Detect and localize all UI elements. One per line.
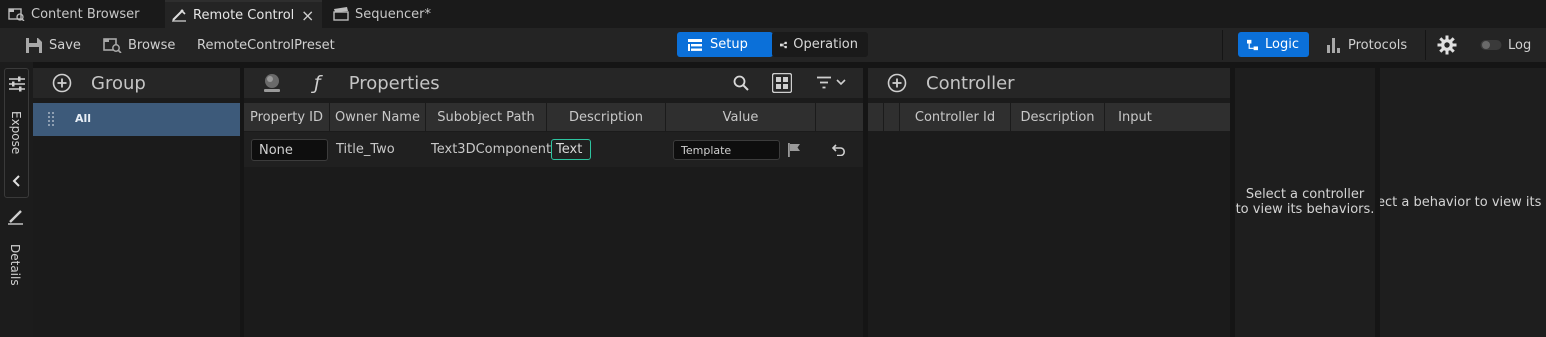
- content-browser-icon: [8, 8, 25, 21]
- properties-column-header: Property ID Owner Name Subobject Path De…: [244, 103, 863, 131]
- protocols-button[interactable]: Protocols: [1326, 33, 1407, 57]
- column-header-description[interactable]: Description: [547, 103, 666, 131]
- properties-panel: ƒ Properties Property ID Owner Name Subo…: [244, 68, 863, 337]
- tab-sequencer[interactable]: Sequencer*: [333, 0, 431, 28]
- controller-column-header: Controller Id Description Input: [868, 103, 1230, 131]
- tab-remote-control[interactable]: Remote Control ×: [165, 0, 322, 28]
- column-header-property-id[interactable]: Property ID: [244, 103, 330, 131]
- sliders-icon: [9, 76, 25, 92]
- toolbar: Save Browse RemoteControlPreset Setup Op…: [0, 28, 1546, 62]
- filter-dropdown-icon[interactable]: [816, 76, 848, 90]
- tab-label: Remote Control: [193, 7, 295, 23]
- column-header-controller-id[interactable]: Controller Id: [900, 103, 1011, 131]
- preset-name-label: RemoteControlPreset: [197, 37, 335, 53]
- actor-picker-icon[interactable]: [261, 72, 283, 94]
- value-text-field[interactable]: Template: [673, 140, 780, 160]
- add-controller-icon[interactable]: [887, 73, 907, 93]
- tab-bar: Content Browser Remote Control × Sequenc…: [0, 0, 1546, 28]
- property-id-field[interactable]: None: [251, 139, 328, 161]
- tab-label: Content Browser: [31, 6, 140, 22]
- controller-panel: Controller Controller Id Description Inp…: [868, 68, 1230, 337]
- tab-content-browser[interactable]: Content Browser: [8, 0, 140, 28]
- column-header-actions: [816, 103, 863, 131]
- column-header-subobject-path[interactable]: Subobject Path: [426, 103, 547, 131]
- expose-label: Expose: [9, 111, 23, 155]
- toggle-icon: [1480, 40, 1502, 50]
- protocols-label: Protocols: [1348, 37, 1408, 53]
- behavior-message-line: to view its behaviors.: [1235, 202, 1375, 217]
- browse-label: Browse: [128, 37, 176, 53]
- save-button[interactable]: Save: [25, 33, 81, 57]
- setup-icon: [688, 38, 702, 51]
- operation-icon: [780, 41, 787, 48]
- browse-button[interactable]: Browse: [103, 33, 175, 57]
- column-header-owner-name[interactable]: Owner Name: [330, 103, 426, 131]
- browse-icon: [103, 38, 122, 53]
- drag-handle-icon[interactable]: [48, 112, 54, 126]
- behavior-panel: Select a controller to view its behavior…: [1235, 68, 1375, 337]
- remote-control-icon: [172, 9, 186, 22]
- add-group-icon[interactable]: [52, 73, 72, 93]
- column-header-description[interactable]: Description: [1011, 103, 1105, 131]
- behavior-empty-message: Select a controller to view its behavior…: [1235, 187, 1375, 217]
- controller-panel-header: Controller: [868, 68, 1230, 98]
- setup-label: Setup: [710, 37, 748, 52]
- owner-name-cell: Title_Two: [336, 142, 395, 157]
- log-label: Log: [1508, 37, 1532, 53]
- gear-icon: [1437, 35, 1457, 55]
- properties-panel-title: Properties: [348, 72, 440, 94]
- properties-panel-header: ƒ Properties: [244, 68, 863, 98]
- controller-panel-title: Controller: [926, 72, 1015, 94]
- toolbar-divider: [1425, 30, 1426, 60]
- action-empty-message: ect a behavior to view its acti: [1380, 195, 1546, 210]
- tab-label: Sequencer*: [355, 6, 431, 22]
- table-row[interactable]: None Title_Two Text3DComponent Text Temp…: [244, 132, 863, 167]
- flag-icon[interactable]: [787, 143, 801, 157]
- side-tab-strip: Expose Details: [0, 62, 33, 337]
- logic-icon: [1247, 39, 1259, 50]
- details-icon: [8, 210, 23, 225]
- logic-label: Logic: [1265, 37, 1299, 52]
- settings-button[interactable]: [1437, 33, 1463, 57]
- log-toggle[interactable]: Log: [1480, 33, 1531, 57]
- column-header-value[interactable]: Value: [666, 103, 816, 131]
- action-panel: ect a behavior to view its acti: [1380, 68, 1546, 337]
- column-header-input[interactable]: Input: [1105, 103, 1165, 131]
- clapperboard-icon: [333, 7, 349, 21]
- column-header-blank: [868, 103, 884, 131]
- reset-icon[interactable]: [832, 144, 846, 156]
- operation-label: Operation: [793, 37, 858, 52]
- preset-name: RemoteControlPreset: [197, 33, 335, 57]
- group-panel-title: Group: [91, 72, 146, 94]
- close-icon[interactable]: ×: [301, 6, 314, 25]
- operation-mode-button[interactable]: Operation: [772, 32, 868, 57]
- subobject-path-cell: Text3DComponent: [431, 142, 552, 157]
- grid-view-icon[interactable]: [772, 73, 792, 93]
- logic-button[interactable]: Logic: [1238, 32, 1309, 57]
- details-side-tab[interactable]: Details: [8, 244, 22, 286]
- search-icon[interactable]: [733, 75, 749, 91]
- group-item-label: All: [75, 112, 92, 125]
- group-panel: Group All: [33, 68, 240, 337]
- toolbar-divider: [1222, 30, 1223, 60]
- function-icon[interactable]: ƒ: [314, 72, 321, 94]
- description-text-badge[interactable]: Text: [551, 139, 591, 160]
- group-panel-header: Group: [33, 68, 240, 98]
- chevron-left-icon[interactable]: [11, 175, 23, 187]
- save-icon: [26, 37, 42, 53]
- protocols-icon: [1327, 38, 1340, 53]
- column-header-blank: [884, 103, 900, 131]
- save-label: Save: [49, 37, 81, 53]
- setup-mode-button[interactable]: Setup: [677, 32, 773, 57]
- expose-side-tab[interactable]: Expose: [4, 68, 29, 198]
- behavior-message-line: Select a controller: [1245, 187, 1365, 202]
- group-item-all[interactable]: All: [33, 103, 240, 136]
